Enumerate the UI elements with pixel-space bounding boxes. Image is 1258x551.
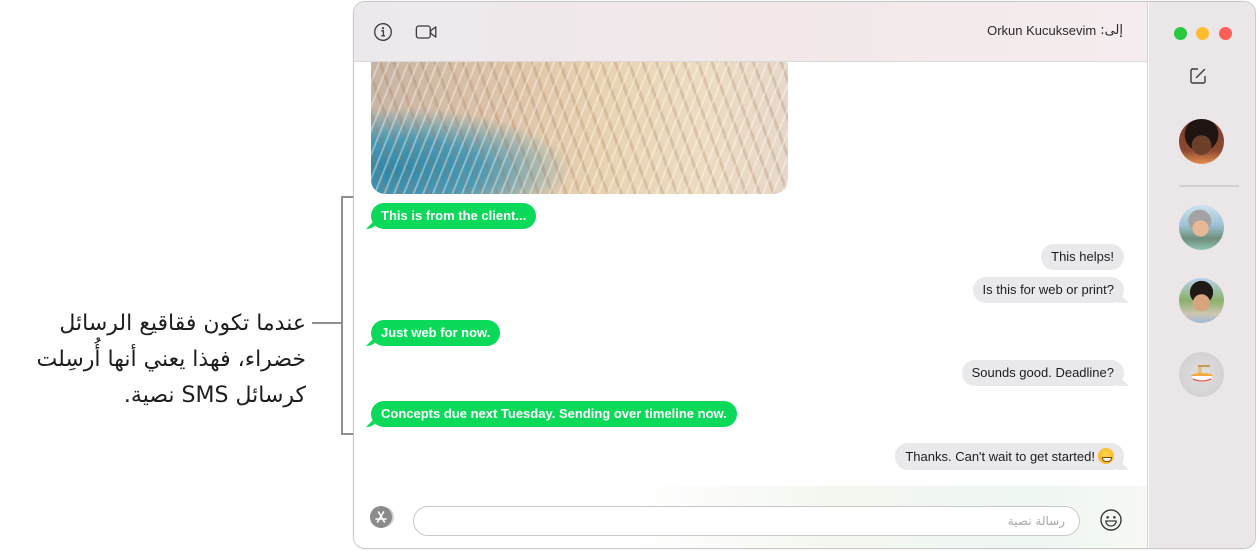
noodle-bowl-icon [1190,364,1213,382]
conversation-pane: Orkun Kucuksevim إلى: This is from the c… [354,2,1148,548]
sms-bubble[interactable]: Concepts due next Tuesday. Sending over … [371,401,737,427]
recipient-name: Orkun Kucuksevim [987,23,1097,38]
recipient-field[interactable]: Orkun Kucuksevim إلى: [987,23,1123,38]
apps-button[interactable] [370,506,398,528]
callout-leader-line [312,322,342,324]
messages-window: Orkun Kucuksevim إلى: This is from the c… [353,1,1256,549]
minimize-window-button[interactable] [1196,27,1209,40]
conversation-sidebar [1149,2,1255,548]
conversation-avatar-emoji[interactable] [1179,352,1224,397]
to-label: إلى: [1100,23,1123,38]
zoom-window-button[interactable] [1174,27,1187,40]
message-input[interactable] [413,506,1080,536]
facetime-video-button[interactable] [415,20,439,44]
conversation-avatar-pinned[interactable] [1179,119,1224,164]
message-text: Thanks. Can't wait to get started! [905,449,1095,464]
received-bubble-with-emoji[interactable]: Thanks. Can't wait to get started! [895,443,1124,470]
compose-icon [1190,68,1206,84]
sms-bubble[interactable]: Just web for now. [371,320,501,346]
info-button[interactable] [371,20,395,44]
sms-bubble[interactable]: This is from the client... [371,203,537,229]
callout-bracket [341,196,353,435]
callout-text: عندما تكون فقاقيع الرسائل خضراء، فهذا يع… [36,311,306,408]
video-camera-icon [415,25,437,39]
grinning-face-emoji-icon [1098,448,1114,464]
received-bubble[interactable]: This helps! [1041,244,1124,270]
emoji-button[interactable] [1099,508,1123,532]
smiley-icon [1100,509,1122,531]
close-window-button[interactable] [1219,27,1232,40]
new-message-button[interactable] [1187,65,1209,87]
conversation-avatar[interactable] [1179,205,1224,250]
received-bubble[interactable]: Sounds good. Deadline? [961,360,1124,386]
compose-bar [354,486,1147,548]
conversation-header: Orkun Kucuksevim إلى: [354,2,1147,62]
pinned-divider [1179,185,1239,187]
conversation-avatar[interactable] [1179,278,1224,323]
info-circle-icon [374,23,392,41]
received-bubble[interactable]: Is this for web or print? [972,277,1124,303]
app-store-icon [370,506,392,528]
